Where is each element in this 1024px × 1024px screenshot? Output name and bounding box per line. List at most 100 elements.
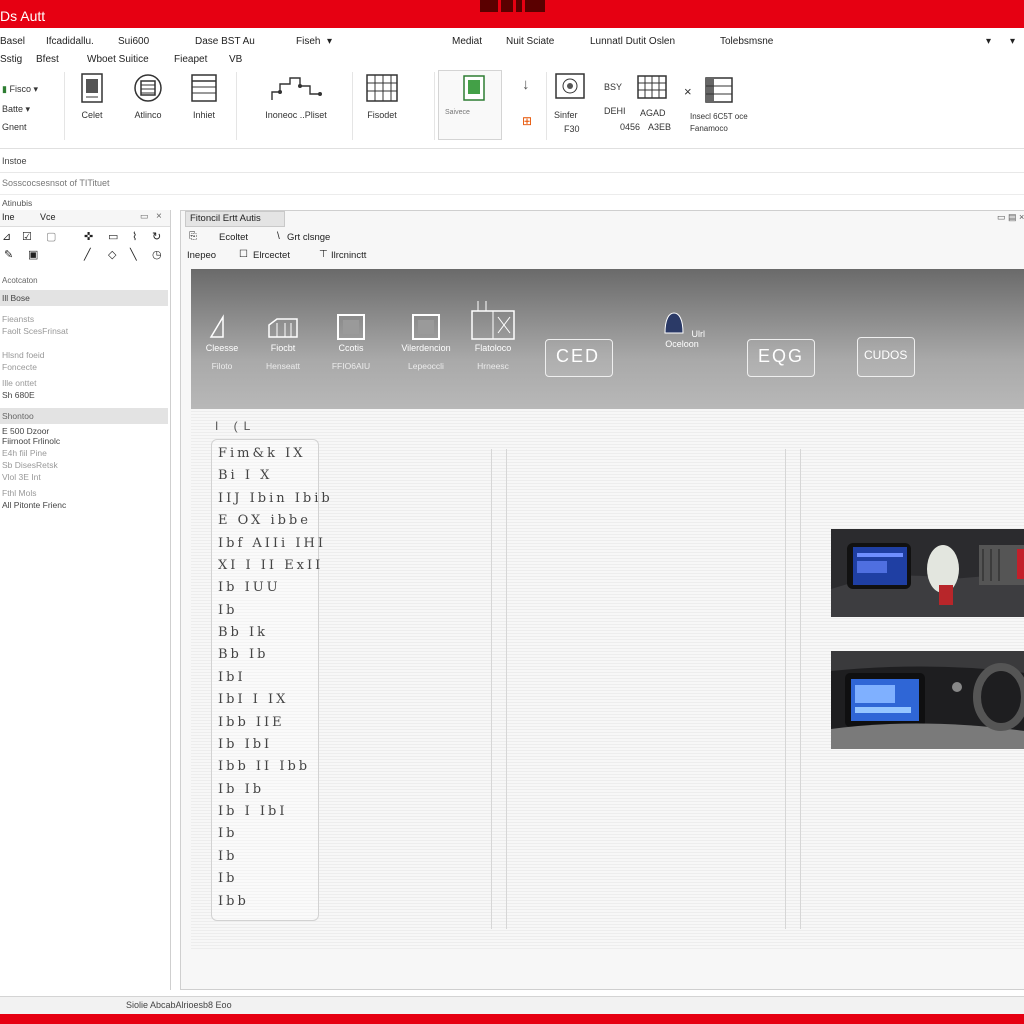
data-list-row[interactable]: Ibf AIIi IHI [218, 536, 326, 551]
ribbon-button[interactable]: Celet [62, 72, 122, 136]
ribbon-small-item[interactable]: Gnent [2, 122, 27, 132]
quick-item[interactable]: VB [229, 54, 242, 65]
list-item[interactable]: Fthl Mols [2, 488, 36, 498]
list-item[interactable]: Fiirnoot Frlinolc [2, 436, 60, 446]
data-list-row[interactable]: Ib IUU [218, 580, 281, 595]
ribbon-small-item[interactable]: ▮ Fisco ▾ [2, 84, 38, 95]
list-item[interactable]: Ille onttet [2, 378, 37, 388]
quick-item[interactable]: Fieapet [174, 54, 207, 65]
arrow-down-icon[interactable]: ↓ [522, 76, 530, 93]
menu-item[interactable]: Mediat [452, 36, 482, 47]
data-list-row[interactable]: Bb Ib [218, 647, 268, 662]
ribbon-small-item[interactable]: Batte ▾ [2, 104, 30, 115]
list-item[interactable]: Sb DisesRetsk [2, 460, 58, 470]
menu-item[interactable]: Lunnatl Dutit Oslen [590, 36, 675, 47]
left-panel-tab[interactable]: Vce [40, 212, 56, 222]
pen-icon[interactable]: ✎ [4, 248, 18, 262]
list-item[interactable]: Foncecte [2, 362, 37, 372]
ribbon-button[interactable]: Inoneoc ..Pliset [250, 72, 342, 136]
data-list-row[interactable]: Ib [218, 603, 237, 618]
minimize-icon[interactable]: ▭ [140, 211, 149, 222]
data-list-row[interactable]: XI I II ExII [218, 558, 323, 573]
window-controls-icon[interactable]: ▭ ▤ × [997, 212, 1024, 223]
diagonal-icon[interactable]: ╲ [130, 248, 144, 262]
formula-bar[interactable]: Sosscocsesnsot of TITituet [0, 172, 1024, 195]
work-canvas[interactable]: I (L Fim&k IX Bi I X IIJ Ibin Ibib E OX ibb… [191, 409, 1024, 949]
band-item[interactable]: Fiocbt Henseatt [253, 313, 313, 371]
chart-tool-icon[interactable]: ⊿ [2, 230, 16, 244]
menu-item[interactable]: Tolebsmsne [720, 36, 773, 47]
menu-item[interactable]: Nuit Sciate [506, 36, 554, 47]
toolbar-item[interactable]: Ilrcninctt [331, 250, 366, 261]
menu-item[interactable]: Dase BST Au [195, 36, 255, 47]
menu-item[interactable]: Sui600 [118, 36, 149, 47]
ribbon-button[interactable]: Fisodet [352, 72, 412, 136]
pencil-icon[interactable]: \ [277, 231, 280, 242]
menu-item[interactable]: Ifcadidallu. [46, 36, 94, 47]
data-list-row[interactable]: Ib [218, 826, 237, 841]
data-list-row[interactable]: IIJ Ibin Ibib [218, 491, 333, 506]
chip-scan-button[interactable] [554, 72, 590, 104]
toolbar-item[interactable]: Inepeo [187, 250, 216, 261]
list-item[interactable]: E 500 Dzoor [2, 426, 49, 436]
chevron-down-icon[interactable]: ▾ [1010, 36, 1015, 47]
table-button[interactable] [704, 76, 736, 106]
data-list-row[interactable]: Ib [218, 849, 237, 864]
data-list-row[interactable]: E OX ibbe [218, 513, 311, 528]
data-list-row[interactable]: Ibb IIE [218, 715, 285, 730]
list-item[interactable]: Fieansts [2, 314, 34, 324]
ribbon-button[interactable]: Atlinco [118, 72, 178, 136]
band-item[interactable]: Flatoloco Hrneesc [463, 299, 523, 371]
chevron-down-icon[interactable]: ▾ [986, 36, 991, 47]
close-icon[interactable]: × [156, 211, 162, 222]
section-header[interactable]: Shontoo [0, 408, 168, 424]
band-action-button[interactable]: EQG [747, 339, 815, 377]
spreadsheet-button[interactable]: Saivece [438, 70, 502, 140]
band-action-button[interactable]: CUDOS [857, 337, 915, 377]
shape-icon[interactable]: ◇ [108, 248, 122, 262]
brush-icon[interactable]: ⌇ [132, 230, 146, 244]
data-list-row[interactable]: Ib I IbI [218, 804, 287, 819]
filter-icon[interactable]: ⊤ [319, 249, 328, 260]
left-panel-tab[interactable]: Ine [2, 212, 15, 222]
orange-badge-icon[interactable]: ⊞ [522, 114, 532, 128]
band-item[interactable]: Cleesse Filoto [197, 313, 247, 371]
toolbar-item[interactable]: Ecoltet [219, 232, 248, 243]
ribbon-button[interactable]: Inhiet [174, 72, 234, 136]
square-icon[interactable]: ▢ [46, 230, 60, 244]
document-tab[interactable]: Fitoncil Ertt Autis [185, 211, 285, 227]
chevron-down-icon[interactable]: ▾ [327, 36, 332, 47]
data-list-row[interactable]: Ib Ib [218, 782, 264, 797]
selected-row[interactable]: Ill Bose [0, 290, 168, 306]
list-item[interactable]: Hlsnd foeid [2, 350, 45, 360]
data-list-row[interactable]: IbI [218, 670, 246, 685]
line-tool-icon[interactable]: ╱ [84, 248, 98, 262]
data-list-row[interactable]: IbI I IX [218, 692, 288, 707]
data-list-row[interactable]: Ibb II Ibb [218, 759, 310, 774]
monitor-icon[interactable]: ▭ [108, 230, 122, 244]
reload-icon[interactable]: ↻ [152, 230, 166, 244]
list-item[interactable]: Sh 680E [2, 390, 35, 400]
band-item[interactable]: Vilerdencion Lepeoccli [391, 313, 461, 371]
quick-item[interactable]: Wboet Suitice [87, 54, 149, 65]
band-item[interactable]: Ulrl Oceloon [647, 309, 717, 349]
data-list-row[interactable]: Bb Ik [218, 625, 268, 640]
menu-item[interactable]: Basel [0, 36, 25, 47]
clock-icon[interactable]: ◷ [152, 248, 166, 262]
band-action-button[interactable]: CED [545, 339, 613, 377]
list-item[interactable]: E4h fiil Pine [2, 448, 47, 458]
band-item[interactable]: Ccotis FFIO6AIU [323, 313, 379, 371]
tools-icon[interactable]: ✜ [84, 230, 98, 244]
data-list-row[interactable]: Ibb [218, 894, 249, 909]
quick-item[interactable]: Sstig [0, 54, 22, 65]
quick-item[interactable]: Bfest [36, 54, 59, 65]
close-icon[interactable]: × [684, 84, 692, 99]
image-icon[interactable]: ▣ [28, 248, 42, 262]
list-item[interactable]: Faolt ScesFrinsat [2, 326, 68, 336]
list-item[interactable]: Vlol 3E Int [2, 472, 41, 482]
calendar-grid-button[interactable] [636, 74, 670, 102]
data-list-row[interactable]: Fim&k IX [218, 446, 305, 461]
menu-item[interactable]: Fiseh [296, 36, 320, 47]
data-list-row[interactable]: Ib [218, 871, 237, 886]
data-list-row[interactable]: Ib IbI [218, 737, 272, 752]
